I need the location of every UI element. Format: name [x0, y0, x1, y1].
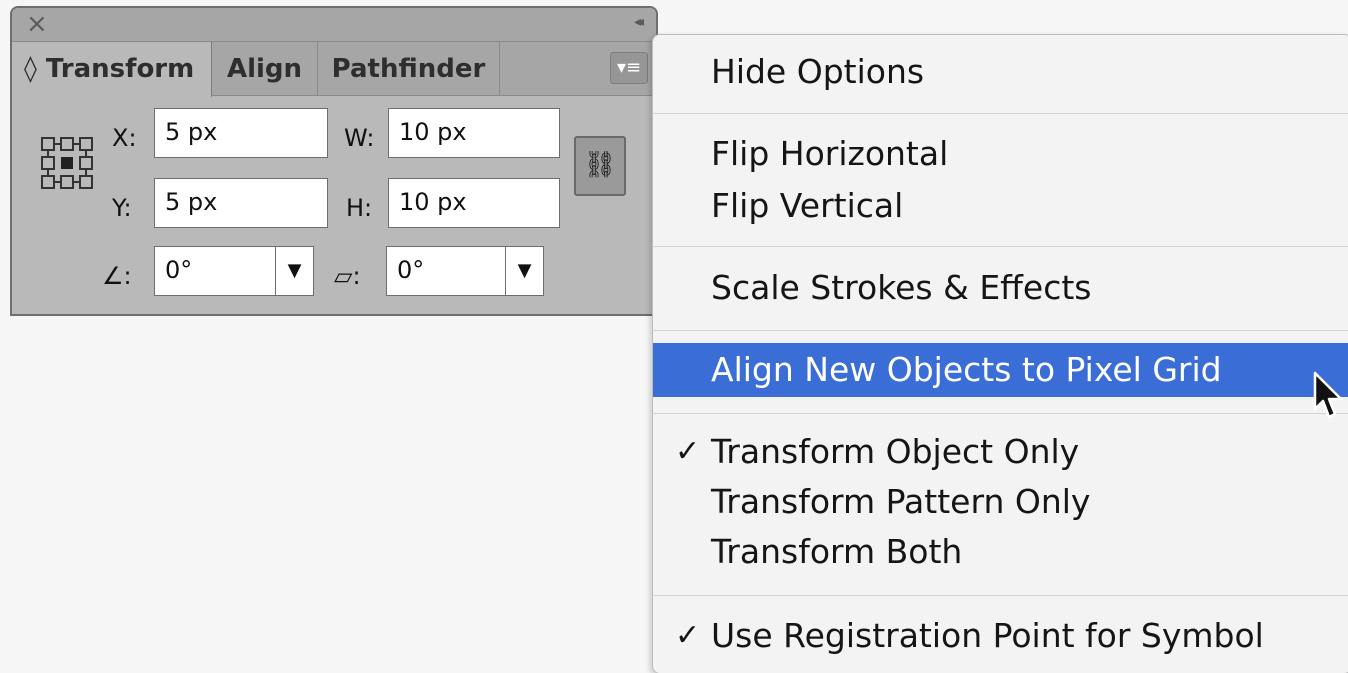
shear-value: 0° — [397, 256, 425, 284]
menu-item-align-pixel-grid[interactable]: Align New Objects to Pixel Grid — [653, 343, 1348, 397]
w-label: W: — [344, 124, 375, 152]
menu-item-flip-horizontal[interactable]: Flip Horizontal — [653, 127, 1348, 181]
menu-item-label: Transform Object Only — [711, 432, 1080, 471]
menu-item-scale-strokes[interactable]: Scale Strokes & Effects — [653, 261, 1348, 315]
menu-item-flip-vertical[interactable]: Flip Vertical — [653, 179, 1348, 233]
tab-transform[interactable]: ◊ Transform — [12, 42, 212, 97]
collapse-icon[interactable]: ◂◂ — [634, 14, 644, 30]
x-label: X: — [112, 124, 137, 152]
chevron-down-icon[interactable]: ▼ — [275, 247, 313, 295]
menu-item-label: Scale Strokes & Effects — [711, 268, 1092, 307]
checkmark-icon: ✓ — [675, 434, 701, 469]
menu-item-label: Hide Options — [711, 52, 925, 91]
w-input[interactable]: 10 px — [388, 108, 560, 158]
menu-item-label: Align New Objects to Pixel Grid — [711, 350, 1222, 389]
y-label: Y: — [112, 194, 132, 222]
menu-item-label: Transform Pattern Only — [711, 482, 1091, 521]
menu-item-transform-object-only[interactable]: ✓ Transform Object Only — [653, 425, 1348, 479]
menu-separator — [653, 595, 1348, 596]
shear-label: ▱: — [334, 262, 361, 290]
tab-pathfinder[interactable]: Pathfinder — [318, 42, 500, 96]
menu-item-use-registration-point[interactable]: ✓ Use Registration Point for Symbol — [653, 609, 1348, 663]
rotate-value: 0° — [165, 256, 193, 284]
chevron-down-icon[interactable]: ▼ — [505, 247, 543, 295]
tab-align[interactable]: Align — [212, 42, 318, 96]
mouse-cursor-icon — [1313, 371, 1343, 419]
panel-flyout-menu: Hide Options Flip Horizontal Flip Vertic… — [652, 34, 1348, 673]
rotate-dropdown[interactable]: 0° ▼ — [154, 246, 314, 296]
h-label: H: — [346, 194, 373, 222]
close-icon[interactable]: × — [26, 10, 48, 38]
menu-separator — [653, 330, 1348, 331]
panel-menu-icon[interactable]: ▾≡ — [610, 52, 648, 84]
menu-separator — [653, 413, 1348, 414]
menu-item-label: Transform Both — [711, 532, 963, 571]
menu-separator — [653, 113, 1348, 114]
menu-item-transform-pattern-only[interactable]: Transform Pattern Only — [653, 475, 1348, 529]
menu-item-label: Flip Vertical — [711, 186, 904, 225]
rotate-label: ∠: — [102, 262, 132, 290]
x-input[interactable]: 5 px — [154, 108, 328, 158]
menu-item-hide-options[interactable]: Hide Options — [653, 45, 1348, 99]
menu-separator — [653, 246, 1348, 247]
reference-point-icon[interactable] — [40, 136, 94, 190]
transform-panel: × ◂◂ ◊ Transform Align Pathfinder ▾≡ X: … — [10, 6, 658, 316]
checkmark-icon: ✓ — [675, 618, 701, 653]
menu-item-transform-both[interactable]: Transform Both — [653, 525, 1348, 579]
shear-dropdown[interactable]: 0° ▼ — [386, 246, 544, 296]
panel-tabs: ◊ Transform Align Pathfinder ▾≡ — [12, 42, 656, 97]
y-input[interactable]: 5 px — [154, 178, 328, 228]
panel-titlebar: × ◂◂ — [12, 8, 656, 42]
menu-item-label: Use Registration Point for Symbol — [711, 616, 1264, 655]
h-input[interactable]: 10 px — [388, 178, 560, 228]
constrain-proportions-link-icon[interactable]: ⛓ — [574, 136, 626, 196]
menu-item-label: Flip Horizontal — [711, 134, 949, 173]
